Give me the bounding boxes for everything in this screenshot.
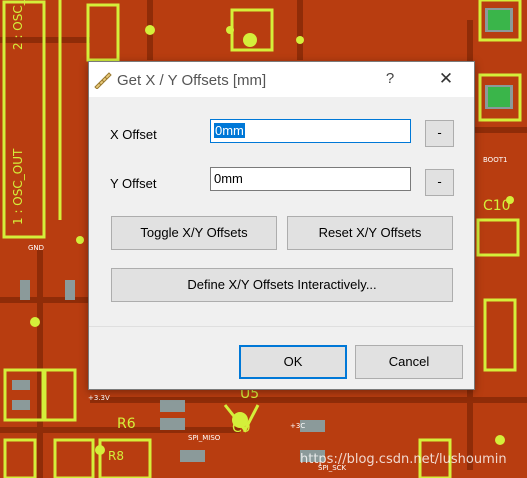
pcb-label-boot1: BOOT1 bbox=[483, 156, 507, 164]
get-xy-offsets-dialog: Get X / Y Offsets [mm] ? ✕ X Offset 0mm … bbox=[88, 61, 475, 390]
x-offset-value: 0mm bbox=[214, 123, 245, 138]
dialog-footer: OK Cancel bbox=[89, 326, 474, 389]
dialog-title: Get X / Y Offsets [mm] bbox=[117, 72, 267, 89]
define-offsets-interactively-button[interactable]: Define X/Y Offsets Interactively... bbox=[111, 268, 453, 302]
pcb-label-spi-miso: SPI_MISO bbox=[188, 434, 221, 442]
pcb-label-gnd: GND bbox=[28, 244, 44, 252]
close-button[interactable]: ✕ bbox=[431, 68, 461, 90]
y-offset-label: Y Offset bbox=[110, 176, 157, 191]
cancel-button[interactable]: Cancel bbox=[355, 345, 463, 379]
help-button[interactable]: ? bbox=[380, 69, 400, 89]
pcb-label-osc-top: 2 : OSC_ bbox=[11, 0, 25, 50]
x-offset-label: X Offset bbox=[110, 127, 157, 142]
y-offset-input[interactable]: 0mm bbox=[210, 167, 411, 191]
toggle-offsets-button[interactable]: Toggle X/Y Offsets bbox=[111, 216, 277, 250]
dialog-titlebar[interactable]: Get X / Y Offsets [mm] ? ✕ bbox=[89, 62, 474, 97]
watermark-text: https://blog.csdn.net/lushoumin bbox=[300, 452, 507, 467]
y-offset-dash-button[interactable]: - bbox=[425, 169, 454, 196]
ok-button[interactable]: OK bbox=[239, 345, 347, 379]
x-offset-input[interactable]: 0mm bbox=[210, 119, 411, 143]
pcb-label-osc-out: 1 : OSC_OUT bbox=[11, 148, 25, 225]
x-offset-dash-button[interactable]: - bbox=[425, 120, 454, 147]
pcb-label-c9: C9 bbox=[232, 420, 251, 436]
pcb-label-v33: +3.3V bbox=[88, 394, 110, 402]
pcb-label-r8: R8 bbox=[108, 449, 124, 463]
ruler-icon bbox=[94, 72, 112, 89]
pcb-label-v3c: +3C bbox=[290, 422, 305, 430]
pcb-label-c10: C10 bbox=[483, 198, 511, 214]
reset-offsets-button[interactable]: Reset X/Y Offsets bbox=[287, 216, 453, 250]
pcb-label-r6: R6 bbox=[117, 416, 136, 432]
y-offset-value: 0mm bbox=[214, 171, 243, 186]
